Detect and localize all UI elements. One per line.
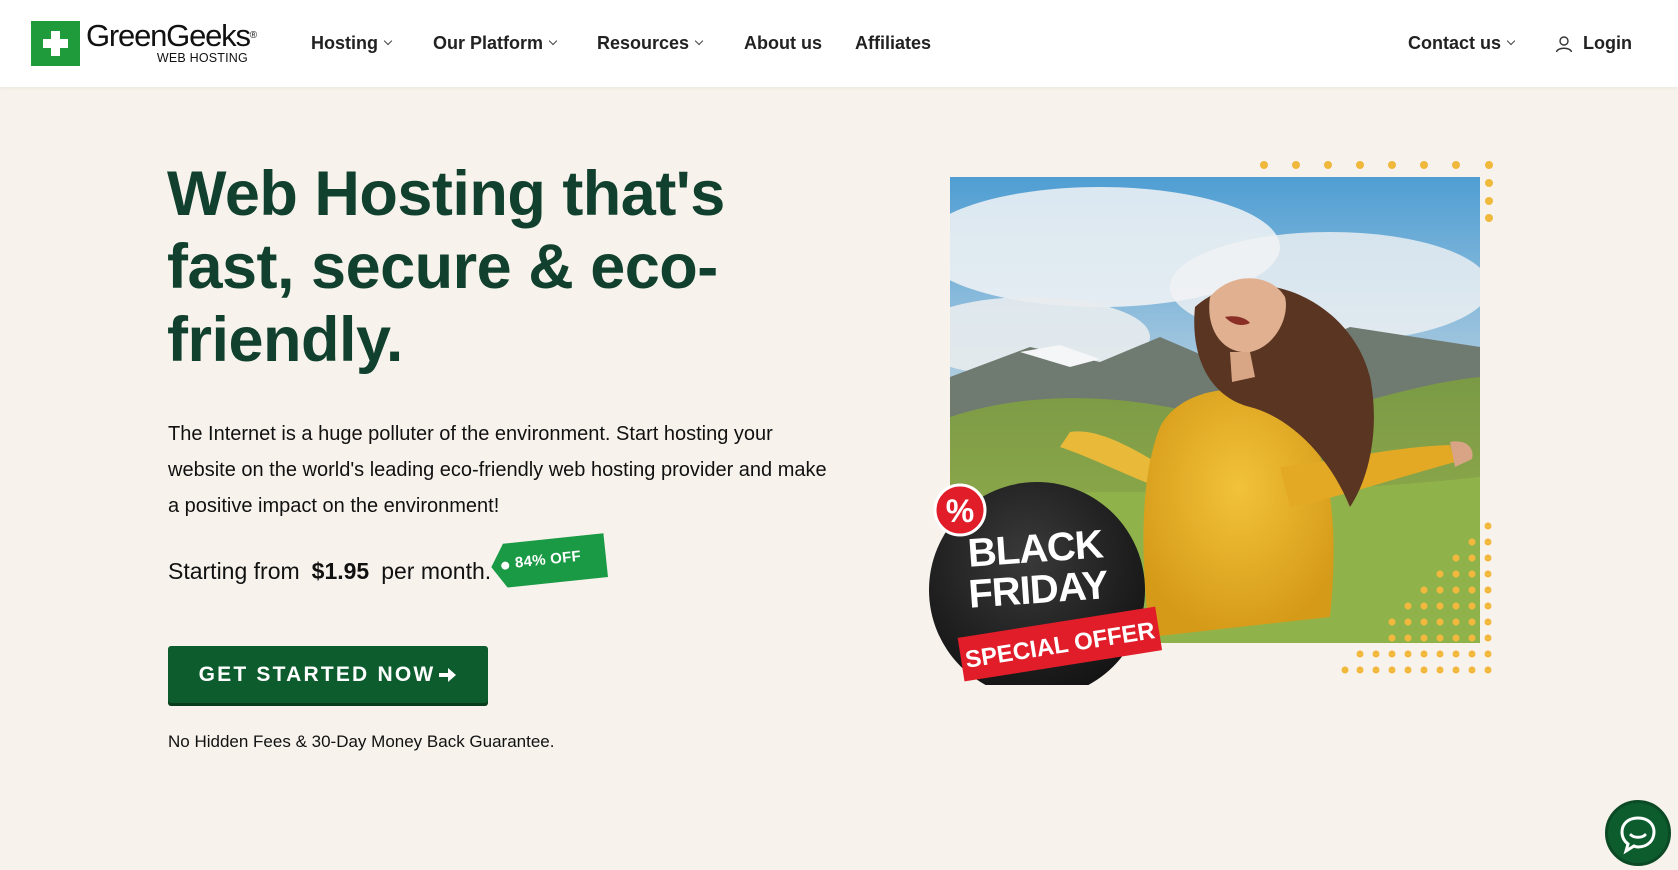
price-line: Starting from $1.95 per month. bbox=[168, 558, 491, 585]
percent-badge-label: % bbox=[946, 493, 974, 529]
price-prefix: Starting from bbox=[168, 558, 300, 584]
get-started-button[interactable]: GET STARTED NOW bbox=[168, 646, 488, 703]
site-header: GreenGeeks® WEB HOSTING Hosting Our Plat… bbox=[0, 0, 1678, 87]
get-started-label: GET STARTED NOW bbox=[198, 662, 436, 686]
brand-registered-mark: ® bbox=[249, 30, 257, 41]
nav-resources-label: Resources bbox=[597, 33, 690, 53]
nav-contact-us[interactable]: Contact us bbox=[1408, 0, 1516, 87]
nav-hosting[interactable]: Hosting bbox=[311, 0, 393, 87]
greengeeks-logo[interactable]: GreenGeeks® WEB HOSTING bbox=[31, 18, 257, 66]
hero-title: Web Hosting that's fast, secure & eco-fr… bbox=[167, 159, 725, 375]
guarantee-text: No Hidden Fees & 30-Day Money Back Guara… bbox=[168, 732, 555, 751]
nav-our-platform-label: Our Platform bbox=[433, 33, 544, 53]
chevron-down-icon bbox=[1506, 36, 1516, 45]
nav-affiliates-label: Affiliates bbox=[855, 33, 932, 53]
nav-about-us-label: About us bbox=[744, 33, 822, 53]
chat-icon bbox=[1620, 816, 1656, 855]
discount-tag: 84% OFF bbox=[489, 531, 610, 591]
login-link[interactable]: Login bbox=[1555, 0, 1632, 87]
nav-our-platform[interactable]: Our Platform bbox=[433, 0, 558, 87]
decorative-dots-bottom bbox=[1341, 522, 1492, 674]
chevron-down-icon bbox=[383, 36, 393, 45]
nav-affiliates[interactable]: Affiliates bbox=[855, 0, 931, 87]
price-amount: $1.95 bbox=[311, 558, 370, 584]
nav-contact-us-label: Contact us bbox=[1408, 33, 1502, 53]
nav-hosting-label: Hosting bbox=[311, 33, 378, 53]
arrow-right-icon bbox=[439, 667, 457, 682]
hero-description: The Internet is a huge polluter of the e… bbox=[168, 423, 827, 517]
price-suffix: per month. bbox=[381, 558, 492, 584]
chevron-down-icon bbox=[548, 36, 558, 45]
chat-widget-button[interactable] bbox=[1605, 800, 1671, 866]
brand-name: GreenGeeks bbox=[86, 18, 251, 53]
nav-resources[interactable]: Resources bbox=[597, 0, 704, 87]
nav-about-us[interactable]: About us bbox=[744, 0, 822, 87]
user-icon bbox=[1555, 35, 1573, 52]
black-friday-badge: % BLACK FRIDAY SPECIAL OFFER bbox=[929, 482, 1163, 685]
login-label: Login bbox=[1583, 33, 1632, 53]
chevron-down-icon bbox=[694, 36, 704, 45]
plus-logo-icon bbox=[31, 21, 80, 66]
brand-subtitle: WEB HOSTING bbox=[156, 51, 248, 65]
